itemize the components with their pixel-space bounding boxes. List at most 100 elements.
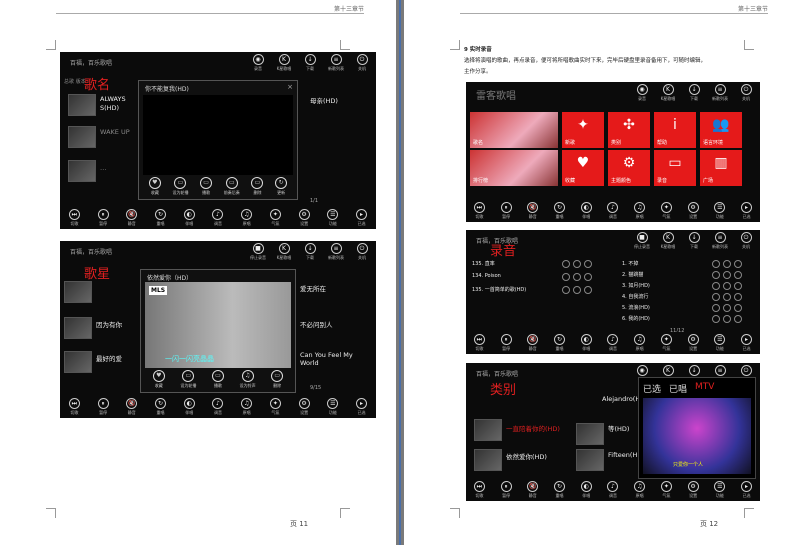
toolbar-button[interactable]: KK星歌唱 [274,243,294,261]
song-title[interactable]: … [100,164,107,172]
toolbar-button[interactable]: ▭ 前奏后奏 [224,177,240,196]
mtv-tab[interactable]: 已选 [643,382,661,395]
recording-controls[interactable] [712,271,742,279]
toolbar-button[interactable]: ▭ 删除 [271,370,284,389]
toolbar-button[interactable]: ⚙ 设置 [294,398,314,416]
toolbar-button[interactable]: ⏭ 切歌 [469,481,489,499]
toolbar-button[interactable]: ⏻关机 [352,54,372,72]
singer-thumbnail[interactable] [64,351,92,373]
recording-item[interactable]: 6. 我的(HD) [622,315,650,322]
toolbar-button[interactable]: ♪ 调音 [603,202,623,220]
menu-tile[interactable]: 排行榜 [470,150,558,186]
toolbar-button[interactable]: 🔇 静音 [122,209,142,227]
toolbar-button[interactable]: ▸ 已选 [352,398,372,416]
recording-item[interactable]: 134. Poison [472,273,501,279]
song-title[interactable]: 一直陪着你的(HD) [506,423,560,433]
recording-controls[interactable] [562,260,592,268]
toolbar-button[interactable]: ↻ 重唱 [550,481,570,499]
menu-tile[interactable]: ▭ 录音 [654,150,696,186]
recording-controls[interactable] [712,260,742,268]
toolbar-button[interactable]: ⏻关机 [736,232,756,250]
toolbar-button[interactable]: ◐ 伴唱 [179,209,199,227]
song-title[interactable]: 因为有你 [96,319,122,329]
toolbar-button[interactable]: ♪ 调音 [603,334,623,352]
toolbar-button[interactable]: ✦ 气氛 [656,481,676,499]
toolbar-button[interactable]: ↻ 重唱 [151,398,171,416]
toolbar-button[interactable]: ☰ 功能 [323,209,343,227]
song-title-right[interactable]: 等(HD) [608,423,629,433]
toolbar-button[interactable]: KK星歌唱 [658,84,678,102]
toolbar-button[interactable]: ↓下载 [300,243,320,261]
menu-tile[interactable]: ♥ 收藏 [562,150,604,186]
song-title[interactable]: 最好的爱 [96,353,122,363]
menu-tile[interactable]: ⚙ 主题颜色 [608,150,650,186]
song-title-right[interactable]: 爱无所在 [300,283,326,293]
menu-tile[interactable]: i 帮助 [654,112,696,148]
toolbar-button[interactable]: ♫ 原唱 [237,209,257,227]
toolbar-button[interactable]: ⏸ 暂停 [496,334,516,352]
toolbar-button[interactable]: ↻ 重唱 [550,202,570,220]
toolbar-button[interactable]: ⚙ 设置 [683,202,703,220]
recording-controls[interactable] [562,286,592,294]
singer-thumbnail[interactable] [64,281,92,303]
recording-item[interactable]: 4. 自我流行 [622,293,648,300]
recording-item[interactable]: 2. 猫跳猫 [622,271,643,278]
song-title-right[interactable]: 不必问别人 [300,319,333,329]
recording-item[interactable]: 3. 如月(HD) [622,282,650,289]
toolbar-button[interactable]: ↓下载 [300,54,320,72]
menu-tile[interactable]: ✦ 新歌 [562,112,604,148]
toolbar-button[interactable]: ✦ 气氛 [656,334,676,352]
toolbar-button[interactable]: ≡新歌列表 [710,84,730,102]
song-thumbnail[interactable] [474,449,502,471]
toolbar-button[interactable]: ♥ 收藏 [152,370,165,389]
toolbar-button[interactable]: ✦ 气氛 [265,398,285,416]
toolbar-button[interactable]: ≡新歌列表 [326,54,346,72]
mtv-tab[interactable]: 已唱 [669,382,687,395]
video-preview[interactable]: MLS 一闪一闪亮晶晶 [145,282,291,368]
toolbar-button[interactable]: KK星歌唱 [274,54,294,72]
toolbar-button[interactable]: ▭ 设为轮播 [180,370,196,389]
toolbar-button[interactable]: ≡新歌列表 [326,243,346,261]
recording-controls[interactable] [712,315,742,323]
toolbar-button[interactable]: ↻ 更新 [275,177,288,196]
toolbar-button[interactable]: ⏭ 切歌 [469,334,489,352]
toolbar-button[interactable]: ⚙ 设置 [683,481,703,499]
toolbar-button[interactable]: 🔇 静音 [523,481,543,499]
recording-controls[interactable] [562,273,592,281]
toolbar-button[interactable]: ↻ 重唱 [151,209,171,227]
song-thumbnail[interactable] [576,449,604,471]
toolbar-button[interactable]: ☰ 功能 [710,334,730,352]
toolbar-button[interactable]: ▭ 播歌 [200,177,213,196]
toolbar-button[interactable]: ⏭ 切歌 [64,209,84,227]
toolbar-button[interactable]: ⏸ 暂停 [93,398,113,416]
song-title[interactable]: ALWAYS [100,95,126,103]
menu-tile[interactable]: ▥ 广场 [700,150,742,186]
toolbar-button[interactable]: ▭ 设为轮播 [172,177,188,196]
toolbar-button[interactable]: ↓下载 [684,232,704,250]
toolbar-button[interactable]: ↓下载 [684,84,704,102]
mtv-tab[interactable]: MTV [695,382,714,395]
toolbar-button[interactable]: ▭ 删除 [251,177,264,196]
toolbar-button[interactable]: 🔇 静音 [122,398,142,416]
toolbar-button[interactable]: ▸ 已选 [737,334,757,352]
toolbar-button[interactable]: 🔇 静音 [523,334,543,352]
toolbar-button[interactable]: ✦ 气氛 [265,209,285,227]
toolbar-button[interactable]: ⏭ 切歌 [469,202,489,220]
toolbar-button[interactable]: ↻ 重唱 [550,334,570,352]
recording-controls[interactable] [712,304,742,312]
menu-tile[interactable]: ✣ 类别 [608,112,650,148]
song-thumbnail[interactable] [68,160,96,182]
toolbar-button[interactable]: ▸ 已选 [352,209,372,227]
mtv-video[interactable]: 只爱你一个人 [643,398,751,474]
song-title-right[interactable]: 母亲(HD) [310,95,338,105]
toolbar-button[interactable]: ⏸ 暂停 [496,202,516,220]
song-title-right[interactable]: Can You Feel My World [300,351,370,367]
toolbar-button[interactable]: ⚙ 设置 [683,334,703,352]
toolbar-button[interactable]: ■ 停止录音 [248,243,268,261]
toolbar-button[interactable]: ⏸ 暂停 [93,209,113,227]
toolbar-button[interactable]: ≡新歌列表 [710,232,730,250]
toolbar-button[interactable]: ⚙ 设置 [294,209,314,227]
song-thumbnail[interactable] [68,94,96,116]
toolbar-button[interactable]: ⏭ 切歌 [64,398,84,416]
recording-item[interactable]: 5. 流浪(HD) [622,304,650,311]
